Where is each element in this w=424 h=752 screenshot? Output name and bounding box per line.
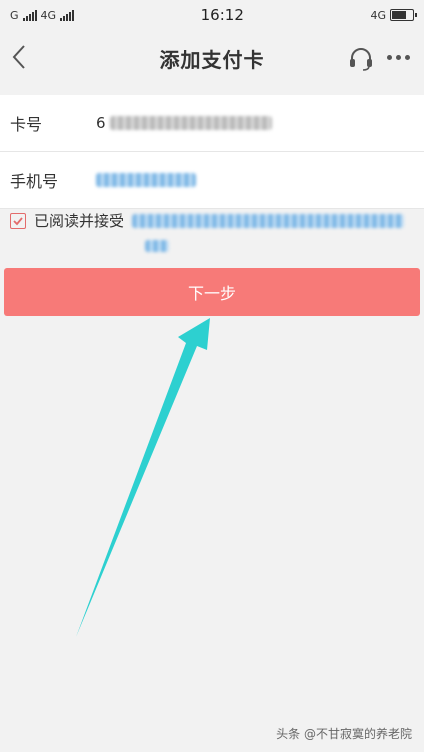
status-bar: G 4G 16:12 4G [0, 0, 424, 30]
network-label: 4G [370, 8, 386, 22]
chevron-left-icon [12, 45, 25, 69]
card-number-redacted [109, 116, 272, 130]
status-left: G 4G [10, 8, 75, 22]
agreement: 已阅读并接受 [10, 210, 420, 256]
card-number-label: 卡号 [10, 115, 43, 134]
agreement-link-redacted-2[interactable] [145, 240, 169, 252]
watermark-text: 头条 @不甘寂寞的养老院 [276, 727, 412, 741]
clock: 16:12 [200, 6, 244, 24]
phone-label: 手机号 [10, 172, 59, 191]
phone-row: 手机号 [0, 152, 424, 209]
battery-icon [389, 9, 417, 21]
back-button[interactable] [8, 42, 34, 72]
carrier1-label: G [10, 8, 19, 22]
card-number-prefix: 6 [96, 114, 106, 132]
carrier2-label: 4G [40, 8, 57, 22]
phone-redacted [96, 173, 196, 187]
signal-icon [22, 9, 37, 21]
nav-bar: 添加支付卡 [0, 30, 424, 86]
more-button[interactable] [387, 55, 410, 60]
support-button[interactable] [348, 46, 374, 72]
signal-icon [60, 9, 75, 21]
card-number-row: 卡号 6 [0, 95, 424, 152]
agreement-link-line2 [10, 237, 420, 256]
next-button[interactable]: 下一步 [4, 268, 420, 316]
card-number-input[interactable]: 6 [96, 114, 272, 132]
card-form: 卡号 6 手机号 [0, 95, 424, 209]
headset-icon [350, 48, 372, 71]
agreement-checkbox[interactable] [10, 212, 26, 229]
more-icon [387, 55, 392, 60]
agreement-line: 已阅读并接受 [10, 210, 420, 231]
watermark: 头条 @不甘寂寞的养老院 [276, 725, 412, 742]
page-title: 添加支付卡 [159, 47, 265, 72]
agreement-link-redacted[interactable] [132, 213, 405, 228]
status-right: 4G [370, 8, 417, 22]
agreement-text: 已阅读并接受 [34, 212, 125, 230]
phone-input[interactable] [96, 173, 196, 187]
check-icon [13, 216, 23, 225]
